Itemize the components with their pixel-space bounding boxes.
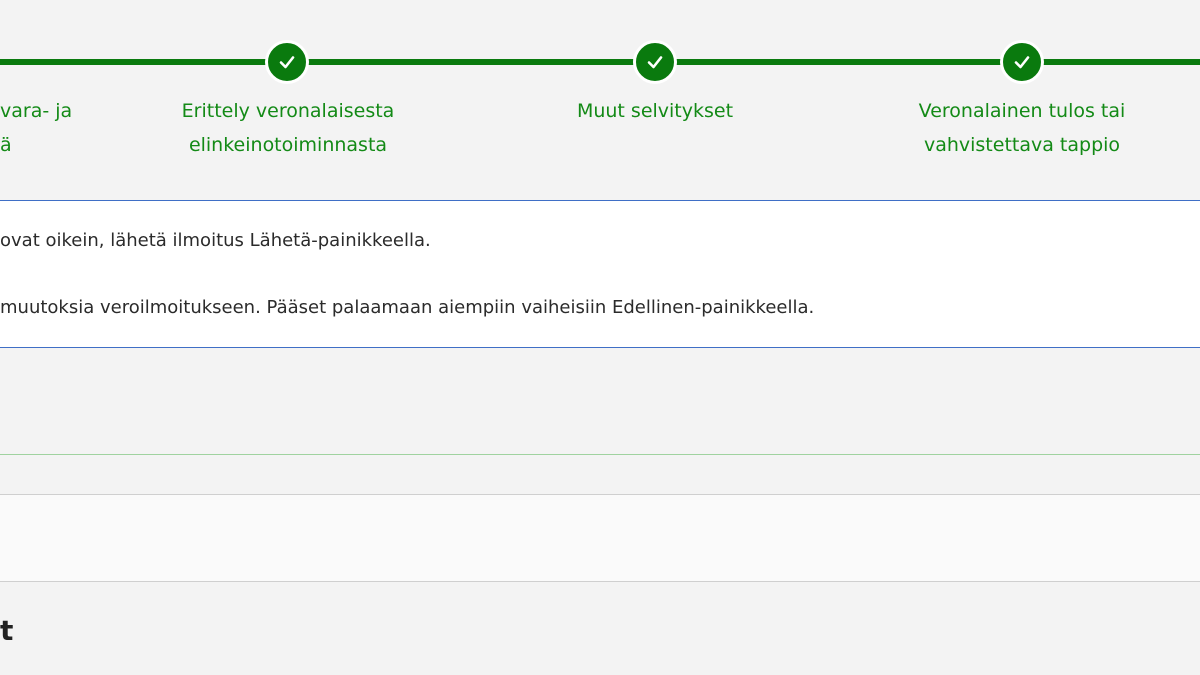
info-text-line-1: ovat oikein, lähetä ilmoitus Lähetä-pain… [0, 230, 431, 251]
content-panel [0, 494, 1200, 582]
step-4-check-icon[interactable] [1000, 40, 1044, 84]
check-icon [279, 56, 295, 69]
step-label-4[interactable]: Veronalainen tulos tai vahvistettava tap… [862, 94, 1182, 162]
step-2-check-icon[interactable] [265, 40, 309, 84]
step-label-2[interactable]: Erittely veronalaisesta elinkeinotoiminn… [128, 94, 448, 162]
section-divider [0, 454, 1200, 455]
info-notice-box: ovat oikein, lähetä ilmoitus Lähetä-pain… [0, 200, 1200, 348]
check-icon [647, 56, 663, 69]
section-heading: t [0, 614, 14, 647]
step-3-check-icon[interactable] [633, 40, 677, 84]
info-text-line-2: muutoksia veroilmoitukseen. Pääset palaa… [0, 297, 815, 318]
progress-stepper: vara- ja ä Erittely veronalaisesta elink… [0, 0, 1200, 200]
step-label-3[interactable]: Muut selvitykset [495, 94, 815, 128]
check-icon [1014, 56, 1030, 69]
